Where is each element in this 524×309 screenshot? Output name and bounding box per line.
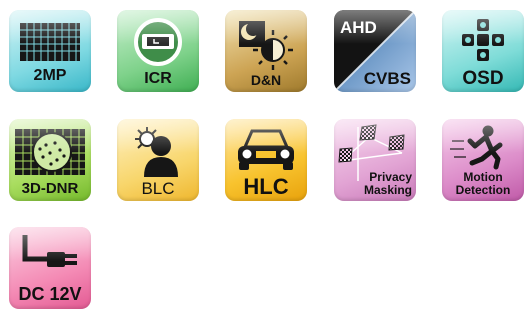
feature-dc12v-tile: DC 12V xyxy=(9,227,91,309)
feature-blc-tile: BLC xyxy=(117,119,199,201)
feature-ahd-cvbs-tile: AHD CVBS xyxy=(334,10,416,92)
feature-osd-tile: OSD xyxy=(442,10,524,92)
feature-motion-detection-tile: Motion Detection xyxy=(442,119,524,201)
feature-blc-label: BLC xyxy=(141,179,175,198)
feature-hlc-tile: HLC xyxy=(225,119,307,201)
feature-icr-label: ICR xyxy=(144,70,172,87)
feature-dc12v-label: DC 12V xyxy=(18,284,82,304)
feature-icr-tile: ICR xyxy=(117,10,199,92)
feature-motion-label-line1: Motion xyxy=(463,170,503,184)
feature-privacy-masking-tile: Privacy Masking xyxy=(334,119,416,201)
feature-2mp-label: 2MP xyxy=(33,67,67,84)
feature-3ddnr-label: 3D-DNR xyxy=(21,180,79,197)
feature-privacy-label-line2: Masking xyxy=(363,183,412,197)
feature-motion-label-line2: Detection xyxy=(455,183,511,197)
feature-privacy-label-line1: Privacy xyxy=(369,170,412,184)
feature-dn-label: D&N xyxy=(250,72,282,88)
feature-cvbs-label: CVBS xyxy=(363,69,411,88)
feature-2mp-tile: 2MP xyxy=(9,10,91,92)
feature-3ddnr-tile: 3D-DNR xyxy=(9,119,91,201)
feature-osd-label: OSD xyxy=(462,68,504,89)
feature-ahd-label: AHD xyxy=(340,18,377,37)
feature-dn-tile: D&N xyxy=(225,10,307,92)
feature-hlc-label: HLC xyxy=(243,174,289,199)
